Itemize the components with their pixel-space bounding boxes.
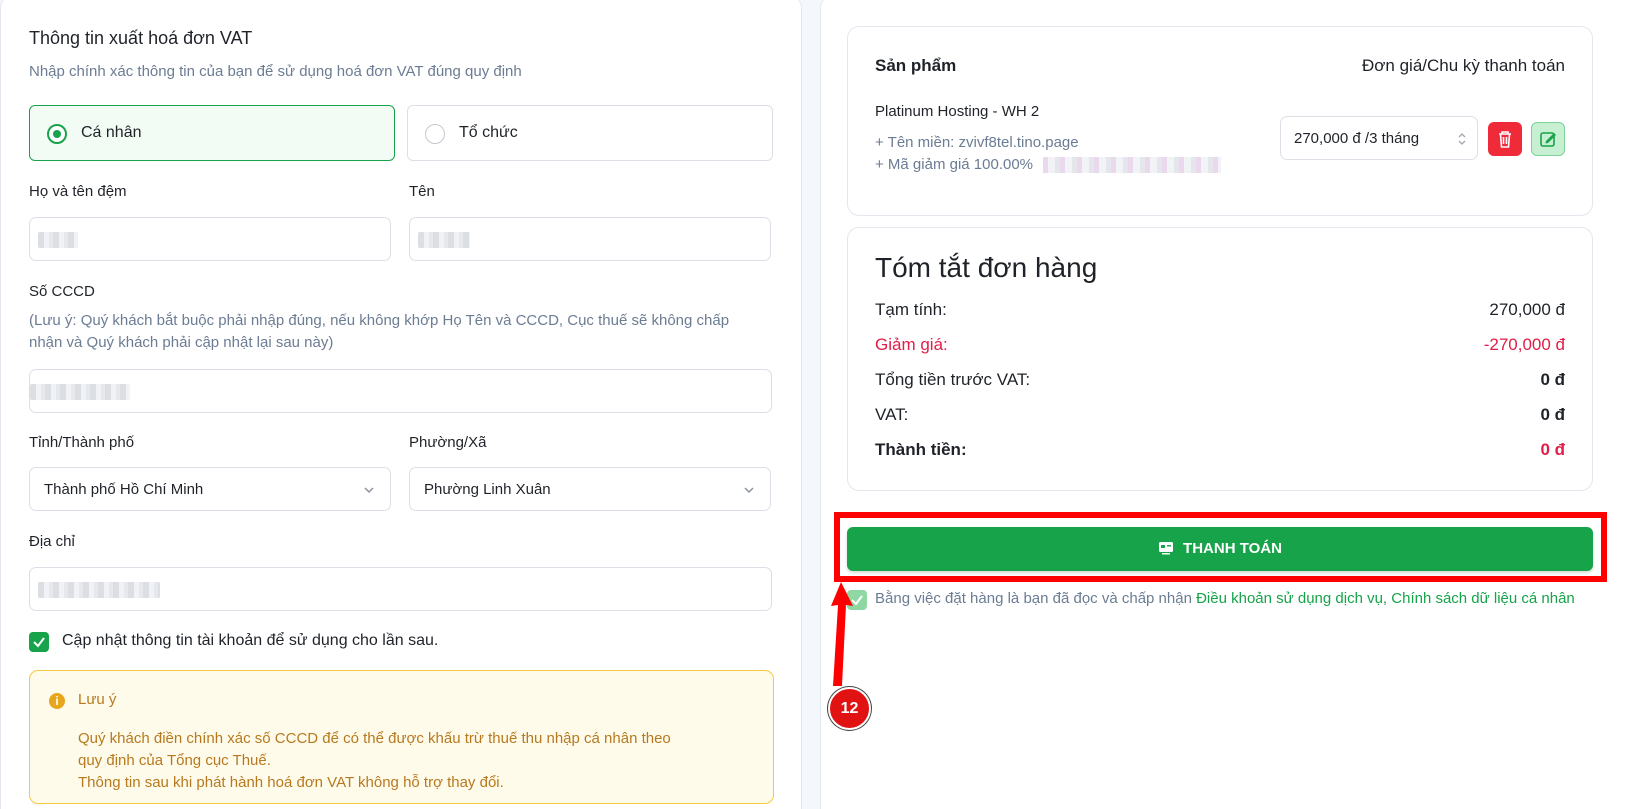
pre-vat-label: Tổng tiền trước VAT:	[875, 370, 1031, 389]
radio-individual[interactable]: Cá nhân	[29, 105, 395, 161]
billing-cycle-select[interactable]: 270,000 đ /3 tháng	[1280, 116, 1478, 160]
redacted-value	[418, 232, 470, 248]
id-number-note: (Lưu ý: Quý khách bắt buộc phải nhập đún…	[29, 312, 730, 351]
edit-item-button[interactable]	[1531, 122, 1565, 156]
terms-separator: ,	[1382, 590, 1388, 607]
vat-section-subtitle: Nhập chính xác thông tin của bạn để sử d…	[29, 63, 522, 80]
vat-notice-box: i Lưu ý Quý khách điền chính xác số CCCD…	[29, 670, 774, 804]
terms-text: Bằng việc đặt hàng là bạn đã đọc và chấp…	[875, 588, 1610, 610]
pre-vat-value: 0 đ	[1540, 370, 1565, 389]
radio-organization-label: Tổ chức	[459, 124, 518, 141]
order-summary-title: Tóm tắt đơn hàng	[875, 252, 1098, 283]
product-coupon: + Mã giảm giá 100.00%	[875, 156, 1034, 173]
province-label: Tỉnh/Thành phố	[29, 434, 135, 451]
total-value: 0 đ	[1540, 440, 1565, 459]
update-account-checkbox[interactable]	[29, 632, 49, 652]
notice-line-1: Quý khách điền chính xác số CCCD để có t…	[78, 730, 671, 747]
price-header: Đơn giá/Chu kỳ thanh toán	[1362, 56, 1565, 75]
middle-name-input[interactable]	[29, 217, 391, 261]
product-header: Sản phẩm	[875, 56, 957, 75]
privacy-policy-link[interactable]: Chính sách dữ liệu cá nhân	[1391, 590, 1575, 607]
middle-name-label: Họ và tên đệm	[29, 183, 127, 200]
ward-select[interactable]: Phường Linh Xuân	[409, 467, 771, 511]
update-account-label: Cập nhật thông tin tài khoản để sử dụng …	[62, 632, 439, 649]
first-name-label: Tên	[409, 183, 435, 200]
vat-label: VAT:	[875, 405, 909, 424]
discount-label: Giảm giá:	[875, 335, 948, 354]
chevron-down-icon	[744, 487, 754, 494]
address-input[interactable]	[29, 567, 772, 611]
subtotal-value: 270,000 đ	[1489, 300, 1565, 319]
terms-lead: Bằng việc đặt hàng là bạn đã đọc và chấp…	[875, 590, 1192, 607]
updown-icon	[1458, 133, 1466, 145]
redacted-value	[38, 232, 78, 248]
delete-item-button[interactable]	[1488, 122, 1522, 156]
info-icon: i	[49, 693, 65, 709]
redacted-value	[30, 384, 130, 400]
radio-unchecked-icon	[425, 124, 445, 144]
product-name: Platinum Hosting - WH 2	[875, 103, 1040, 120]
province-selected-value: Thành phố Hồ Chí Minh	[44, 481, 204, 498]
billing-cycle-value: 270,000 đ /3 tháng	[1294, 130, 1420, 147]
annotation-arrow-icon	[831, 582, 853, 686]
total-label: Thành tiền:	[875, 440, 967, 459]
step-number-badge: 12	[828, 687, 871, 730]
ward-selected-value: Phường Linh Xuân	[424, 481, 551, 498]
notice-line-3: Thông tin sau khi phát hành hoá đơn VAT …	[78, 774, 504, 791]
radio-individual-label: Cá nhân	[81, 124, 142, 141]
highlight-box	[834, 512, 1607, 582]
id-number-label: Số CCCD	[29, 283, 95, 300]
vat-value: 0 đ	[1540, 405, 1565, 424]
id-number-input[interactable]	[29, 369, 772, 413]
product-domain: + Tên miền: zvivf8tel.tino.page	[875, 134, 1079, 151]
vat-section-title: Thông tin xuất hoá đơn VAT	[29, 28, 253, 48]
notice-title: Lưu ý	[78, 691, 117, 708]
edit-icon	[1540, 132, 1556, 147]
cart-card	[847, 26, 1593, 216]
address-label: Địa chỉ	[29, 533, 75, 550]
redacted-coupon-code	[1043, 157, 1221, 173]
ward-label: Phường/Xã	[409, 434, 487, 451]
radio-organization[interactable]: Tổ chức	[407, 105, 773, 161]
terms-of-service-link[interactable]: Điều khoản sử dụng dịch vụ	[1196, 590, 1383, 607]
trash-icon	[1499, 131, 1511, 148]
redacted-value	[38, 582, 160, 598]
check-icon	[33, 637, 45, 648]
first-name-input[interactable]	[409, 217, 771, 261]
discount-value: -270,000 đ	[1483, 335, 1565, 354]
notice-line-2: quy định của Tổng cục Thuế.	[78, 752, 271, 769]
radio-checked-icon	[47, 124, 67, 144]
chevron-down-icon	[364, 487, 374, 494]
province-select[interactable]: Thành phố Hồ Chí Minh	[29, 467, 391, 511]
subtotal-label: Tạm tính:	[875, 300, 947, 319]
